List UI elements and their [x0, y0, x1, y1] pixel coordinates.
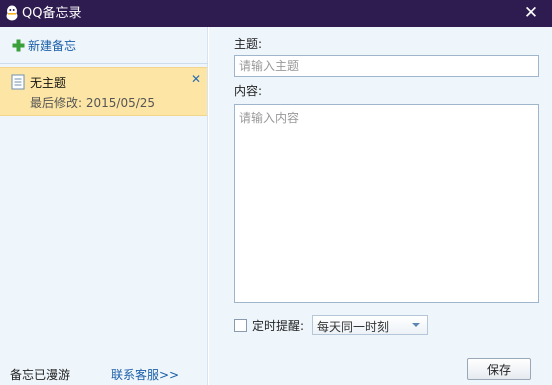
contact-support-link[interactable]: 联系客服>>	[111, 366, 179, 383]
reminder-frequency-select[interactable]: 每天同一时刻	[312, 315, 428, 335]
window-title: QQ备忘录	[22, 6, 82, 21]
new-note-label: 新建备忘	[28, 38, 77, 53]
content-textarea[interactable]	[234, 104, 539, 303]
divider	[0, 63, 208, 64]
note-list-item[interactable]: 无主题 最后修改: 2015/05/25 ✕	[0, 67, 207, 116]
note-last-modified: 最后修改: 2015/05/25	[30, 96, 156, 110]
notes-sidebar: 新建备忘 无主题 最后修改: 2015/05/25 ✕ 备忘已漫游 联系客服>>	[0, 27, 208, 385]
content-label: 内容:	[234, 84, 263, 98]
reminder-checkbox[interactable]	[234, 318, 247, 332]
subject-label: 主题:	[234, 37, 263, 51]
title-bar: QQ备忘录 ✕	[0, 0, 552, 27]
delete-note-icon[interactable]: ✕	[191, 72, 201, 86]
close-icon[interactable]: ✕	[522, 4, 540, 22]
plus-icon	[12, 39, 25, 51]
sidebar-footer: 备忘已漫游 联系客服>>	[0, 364, 208, 385]
reminder-label: 定时提醒:	[252, 318, 305, 333]
new-note-button[interactable]: 新建备忘	[12, 37, 76, 53]
note-title: 无主题	[30, 76, 67, 90]
roam-status: 备忘已漫游	[10, 368, 71, 382]
editor-panel: 主题: 内容: 定时提醒: 每天同一时刻 保存	[209, 27, 552, 385]
chevron-down-icon	[412, 323, 420, 327]
qq-penguin-icon	[6, 5, 18, 21]
reminder-row: 定时提醒:	[234, 316, 304, 334]
note-document-icon	[11, 74, 25, 90]
save-button[interactable]: 保存	[467, 358, 531, 380]
reminder-frequency-value: 每天同一时刻	[317, 320, 390, 334]
subject-input[interactable]	[234, 55, 539, 77]
